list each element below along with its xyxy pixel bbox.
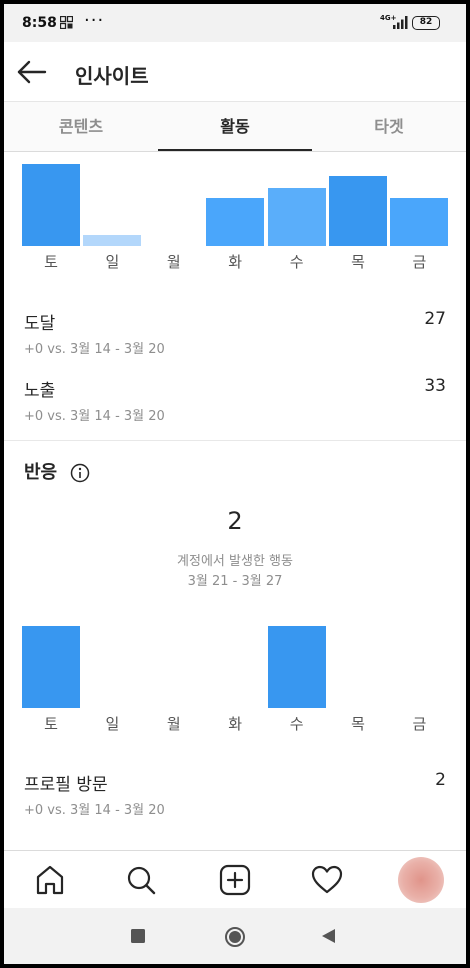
chart-x-tick: 금 [412,253,427,271]
status-bar: 8:58 ··· 4G+ 82 [4,4,466,42]
profile-visits-value: 2 [435,770,446,790]
search-icon[interactable] [124,863,158,897]
interactions-title: 반응 [24,462,58,483]
tab-activity[interactable]: 활동 [158,102,312,152]
chart-x-tick: 수 [289,715,304,733]
battery-icon: 82 [412,16,440,30]
chart-bar [22,626,80,708]
status-time: 8:58 [22,15,57,31]
chart-x-tick: 일 [105,715,120,733]
chart-x-tick: 목 [351,715,365,733]
chart-x-tick: 토 [44,253,58,271]
back-triangle-icon[interactable] [320,928,336,944]
chart-x-tick: 화 [228,715,243,733]
notification-grid-icon [60,16,73,29]
tab-bar: 콘텐츠 활동 타겟 [4,102,466,152]
interactions-total: 2 [227,507,243,535]
heart-icon[interactable] [310,863,344,897]
bottom-navigation [4,850,466,908]
reach-label: 도달 [24,314,56,334]
interactions-caption: 계정에서 발생한 행동 [177,554,293,569]
profile-visits-comparison: +0 vs. 3월 14 - 3월 20 [24,803,165,818]
chart-x-tick: 화 [228,253,243,271]
chart-x-tick: 수 [289,253,304,271]
profile-visits-label[interactable]: 프로필 방문 [24,770,108,795]
home-icon[interactable] [33,863,67,897]
chart-x-tick: 금 [412,715,427,733]
interactions-bar-chart: 토일월화수목금 [4,614,466,739]
chart-bar [267,187,326,246]
impressions-comparison: +0 vs. 3월 14 - 3월 20 [24,409,165,424]
tab-content[interactable]: 콘텐츠 [4,102,158,152]
chart-x-tick: 월 [166,253,181,271]
section-divider [4,440,466,441]
home-circle-icon[interactable] [224,926,246,948]
page-title: 인사이트 [75,64,149,88]
screen: 8:58 ··· 4G+ 82 인사이트 콘텐츠 활동 타겟 토일월화수목금 도… [4,4,466,964]
reach-comparison: +0 vs. 3월 14 - 3월 20 [24,342,165,357]
interactions-date-range: 3월 21 - 3월 27 [187,574,283,589]
chart-x-tick: 목 [351,253,365,271]
chart-bar [390,198,449,246]
arrow-left-icon[interactable] [16,56,48,88]
chart-bar [83,234,142,246]
chart-bar [267,626,326,708]
impressions-value: 33 [424,376,446,396]
chart-x-tick: 월 [166,715,181,733]
active-tab-indicator [158,149,312,151]
recent-apps-icon[interactable] [130,928,146,944]
reach-value: 27 [424,309,446,329]
tab-audience[interactable]: 타겟 [312,102,466,152]
signal-icon [393,16,408,29]
add-post-icon[interactable] [218,863,252,897]
chart-x-tick: 일 [105,253,120,271]
chart-bar [22,164,80,246]
chart-x-tick: 토 [44,715,58,733]
chart-bar [329,176,387,246]
system-navigation-bar [4,908,466,964]
more-dots-icon: ··· [84,10,105,31]
info-icon[interactable] [70,463,90,483]
app-header: 인사이트 [4,42,466,102]
profile-avatar[interactable] [398,857,444,903]
impressions-label: 노출 [24,381,56,401]
reach-bar-chart: 토일월화수목금 [4,154,466,274]
chart-bar [206,198,265,246]
